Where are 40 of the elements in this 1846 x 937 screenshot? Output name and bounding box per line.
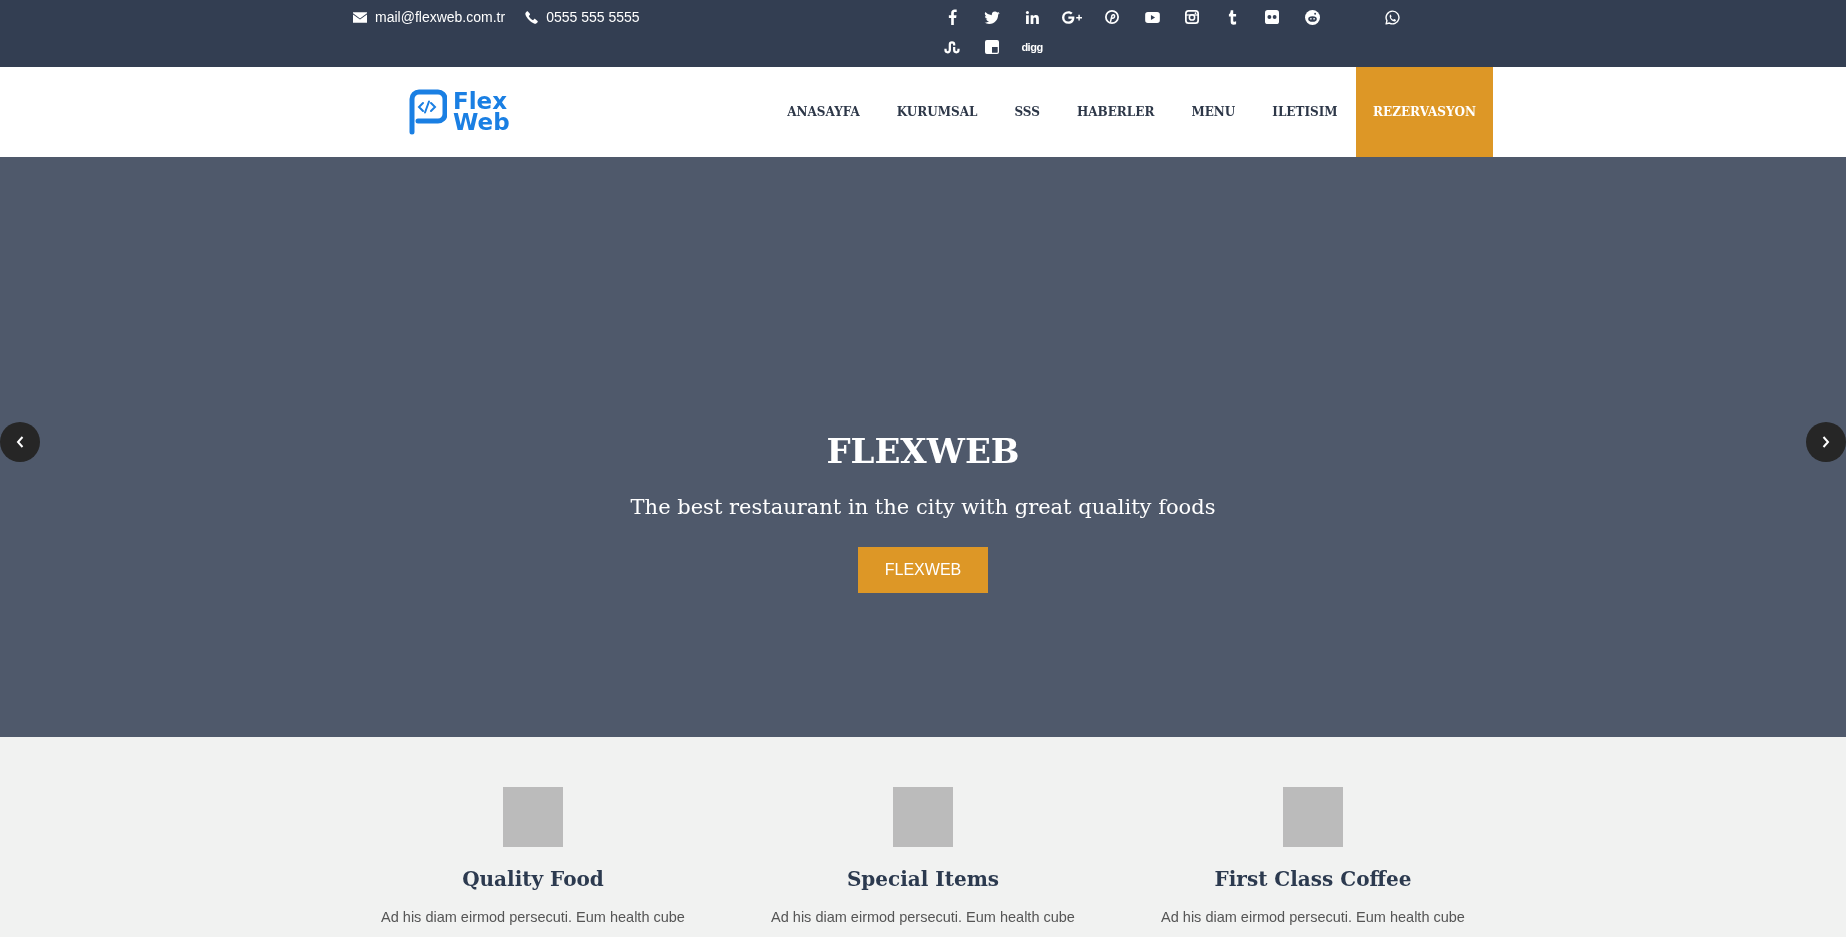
whatsapp-icon[interactable] <box>1384 9 1400 25</box>
chevron-left-icon <box>16 436 24 448</box>
stumbleupon-icon[interactable] <box>944 40 960 54</box>
feature-text: Ad his diam eirmod persecuti. Eum health cube <box>1161 908 1465 927</box>
previous-slide-button[interactable] <box>0 422 40 462</box>
nav-link[interactable]: SSS <box>995 67 1059 157</box>
social-text-link[interactable]: digg <box>1021 41 1043 53</box>
hero-subtitle: The best restaurant in the city with great quality foods <box>630 494 1216 521</box>
flickr-icon[interactable] <box>1265 10 1279 24</box>
image-placeholder <box>503 787 563 847</box>
phone-number: 0555 555 5555 <box>546 9 640 25</box>
facebook-icon[interactable] <box>947 9 957 25</box>
youtube-icon[interactable] <box>1144 11 1160 23</box>
feature-title: First Class Coffee <box>1214 866 1412 893</box>
envelope-icon <box>353 11 367 23</box>
nav-link[interactable]: ILETISIM <box>1253 67 1357 157</box>
hero-title: FLEXWEB <box>826 431 1020 472</box>
nav-link[interactable]: HABERLER <box>1058 67 1173 157</box>
instagram-icon[interactable] <box>1185 10 1199 24</box>
image-placeholder <box>1283 787 1343 847</box>
nav-link[interactable]: ANASAYFA <box>768 67 879 157</box>
chevron-right-icon <box>1822 436 1830 448</box>
feature-title: Special Items <box>846 866 1000 893</box>
google-plus-icon[interactable] <box>1062 10 1082 24</box>
feature-text: Ad his diam eirmod persecuti. Eum health cube <box>771 908 1075 927</box>
phone-icon <box>525 10 539 24</box>
nav-link[interactable]: KURUMSAL <box>878 67 996 157</box>
feature-title: Quality Food <box>462 866 604 893</box>
logo-text[interactable]: Flex Web <box>453 91 510 133</box>
twitter-icon[interactable] <box>984 10 1000 24</box>
logo-icon[interactable] <box>407 89 447 135</box>
feature-text: Ad his diam eirmod persecuti. Eum health cube <box>381 908 685 927</box>
pinterest-icon[interactable] <box>1105 10 1119 24</box>
image-placeholder <box>893 787 953 847</box>
reddit-icon[interactable] <box>1304 9 1320 25</box>
nav-link[interactable]: MENU <box>1172 67 1254 157</box>
email-address: mail@flexweb.com.tr <box>375 9 506 25</box>
delicious-icon[interactable] <box>985 40 999 54</box>
linkedin-icon[interactable] <box>1025 10 1039 24</box>
tumblr-icon[interactable] <box>1227 9 1237 25</box>
